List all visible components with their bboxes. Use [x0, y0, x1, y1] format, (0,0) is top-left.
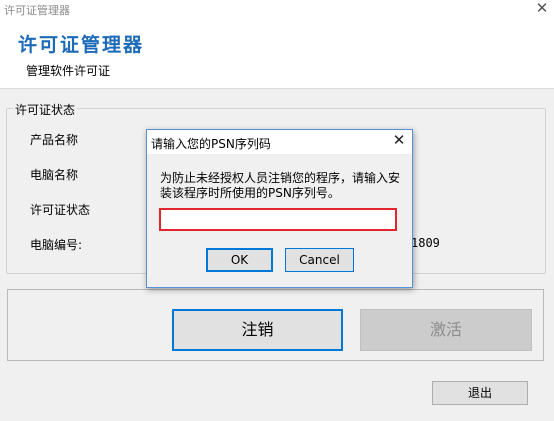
dialog-title: 请输入您的PSN序列码 [151, 137, 271, 151]
window-close-icon[interactable]: ✕ [532, 0, 552, 19]
license-status-legend: 许可证状态 [13, 101, 78, 118]
ok-button[interactable]: OK [206, 248, 273, 272]
license-status-label: 许可证状态 [30, 203, 91, 217]
dialog-message: 为防止未经授权人员注销您的程序，请输入安装该程序时所使用的PSN序列号。 [160, 171, 401, 200]
activate-button: 激活 [360, 309, 532, 351]
computer-number-value: 1809 [411, 236, 440, 250]
deregister-button[interactable]: 注销 [172, 309, 343, 351]
exit-button[interactable]: 退出 [432, 381, 528, 405]
product-name-label: 产品名称 [30, 133, 79, 147]
app-title: 许可证管理器 [18, 34, 145, 56]
window-titlebar [0, 0, 554, 20]
psn-input[interactable] [159, 208, 397, 231]
dialog-close-icon[interactable]: ✕ [389, 131, 409, 151]
computer-number-label: 电脑编号: [30, 238, 83, 252]
window-title: 许可证管理器 [4, 4, 70, 17]
app-subtitle: 管理软件许可证 [26, 64, 111, 78]
cancel-button[interactable]: Cancel [285, 248, 354, 272]
computer-name-label: 电脑名称 [30, 168, 79, 182]
